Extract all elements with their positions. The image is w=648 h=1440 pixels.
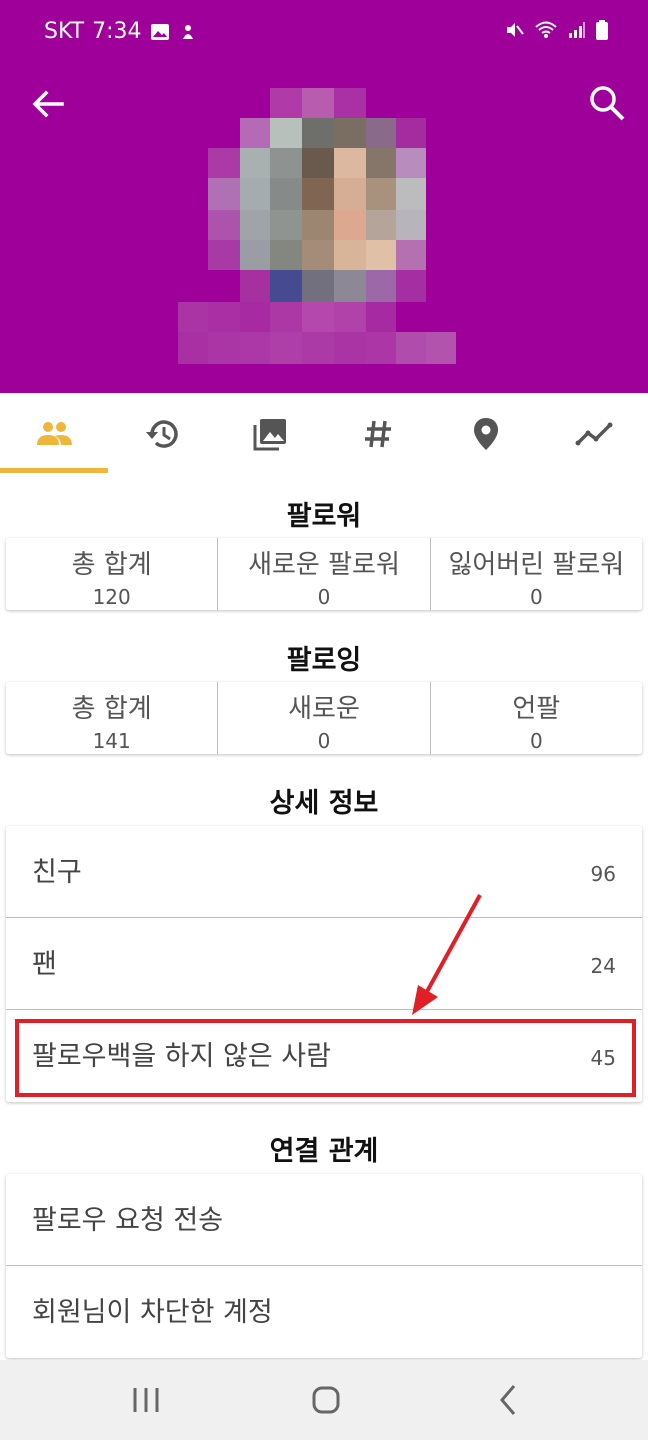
list-item-count: 24	[590, 954, 616, 978]
wifi-icon	[535, 21, 557, 38]
list-item-label: 팔로우 요청 전송	[32, 1205, 224, 1236]
followers-total-cell[interactable]: 총 합계 120	[6, 538, 217, 610]
photo-library-icon	[253, 419, 286, 451]
mute-icon	[507, 23, 524, 37]
avatar	[178, 88, 456, 364]
tab-insights[interactable]	[540, 393, 648, 475]
tab-hashtags[interactable]	[324, 393, 432, 475]
followers-section-title: 팔로워	[286, 501, 362, 532]
followers-stats: 총 합계 120 새로운 팔로워 0 잃어버린 팔로워 0	[6, 538, 642, 610]
stat-label: 총 합계	[71, 550, 152, 580]
system-nav-bar	[0, 1360, 648, 1440]
gallery-notification-icon	[150, 23, 169, 40]
search-icon[interactable]	[586, 82, 628, 124]
stat-value: 0	[529, 729, 543, 753]
list-item-label: 친구	[32, 857, 82, 888]
tab-media[interactable]	[216, 393, 324, 475]
list-item-sent-requests[interactable]: 팔로우 요청 전송	[6, 1174, 642, 1266]
stat-value: 0	[317, 729, 331, 753]
annotation-arrow-icon	[412, 894, 482, 1015]
following-total-cell[interactable]: 총 합계 141	[6, 682, 217, 754]
list-item-friends[interactable]: 친구 96	[6, 826, 642, 918]
profile-header: SKT 7:34	[0, 0, 648, 393]
stat-label: 새로운	[288, 694, 360, 724]
tab-history[interactable]	[108, 393, 216, 475]
home-icon[interactable]	[304, 1378, 348, 1422]
tab-followers[interactable]	[0, 393, 108, 475]
list-item-label: 회원님이 차단한 계정	[32, 1297, 273, 1328]
list-item-count: 96	[590, 862, 616, 886]
nav-back-icon[interactable]	[486, 1378, 530, 1422]
following-new-cell[interactable]: 새로운 0	[217, 682, 429, 754]
stat-label: 새로운 팔로워	[248, 550, 400, 580]
stat-value: 141	[92, 729, 131, 753]
list-item-fans[interactable]: 팬 24	[6, 918, 642, 1010]
followers-new-cell[interactable]: 새로운 팔로워 0	[217, 538, 429, 610]
following-unfollowed-cell[interactable]: 언팔 0	[429, 682, 642, 754]
location-pin-icon	[474, 418, 498, 450]
stat-value: 0	[317, 585, 331, 609]
carrier-label: SKT	[44, 19, 85, 44]
stat-label: 잃어버린 팔로워	[448, 550, 625, 580]
stat-value: 120	[92, 585, 131, 609]
battery-icon	[596, 20, 608, 40]
stat-value: 0	[529, 585, 543, 609]
details-section-title: 상세 정보	[269, 788, 379, 819]
relations-section-title: 연결 관계	[269, 1136, 379, 1167]
trend-line-icon	[575, 422, 613, 446]
hashtag-icon	[365, 420, 391, 448]
stat-label: 언팔	[512, 694, 561, 724]
highlight-box	[15, 1019, 636, 1097]
tab-bar	[0, 393, 648, 475]
status-bar: SKT 7:34	[0, 0, 648, 68]
back-arrow-icon[interactable]	[28, 84, 68, 124]
tab-locations[interactable]	[432, 393, 540, 475]
following-section-title: 팔로잉	[286, 645, 362, 676]
history-icon	[146, 420, 178, 448]
stat-label: 총 합계	[71, 694, 152, 724]
list-item-label: 팬	[32, 949, 57, 980]
signal-icon	[569, 22, 585, 38]
people-icon	[37, 422, 72, 445]
following-stats: 총 합계 141 새로운 0 언팔 0	[6, 682, 642, 754]
app-notification-icon	[182, 24, 193, 39]
list-item-blocked-accounts[interactable]: 회원님이 차단한 계정	[6, 1266, 642, 1358]
followers-lost-cell[interactable]: 잃어버린 팔로워 0	[429, 538, 642, 610]
relations-list: 팔로우 요청 전송 회원님이 차단한 계정	[6, 1174, 642, 1358]
time-label: 7:34	[92, 19, 142, 44]
recent-apps-icon[interactable]	[124, 1378, 168, 1422]
active-tab-indicator	[0, 468, 108, 473]
